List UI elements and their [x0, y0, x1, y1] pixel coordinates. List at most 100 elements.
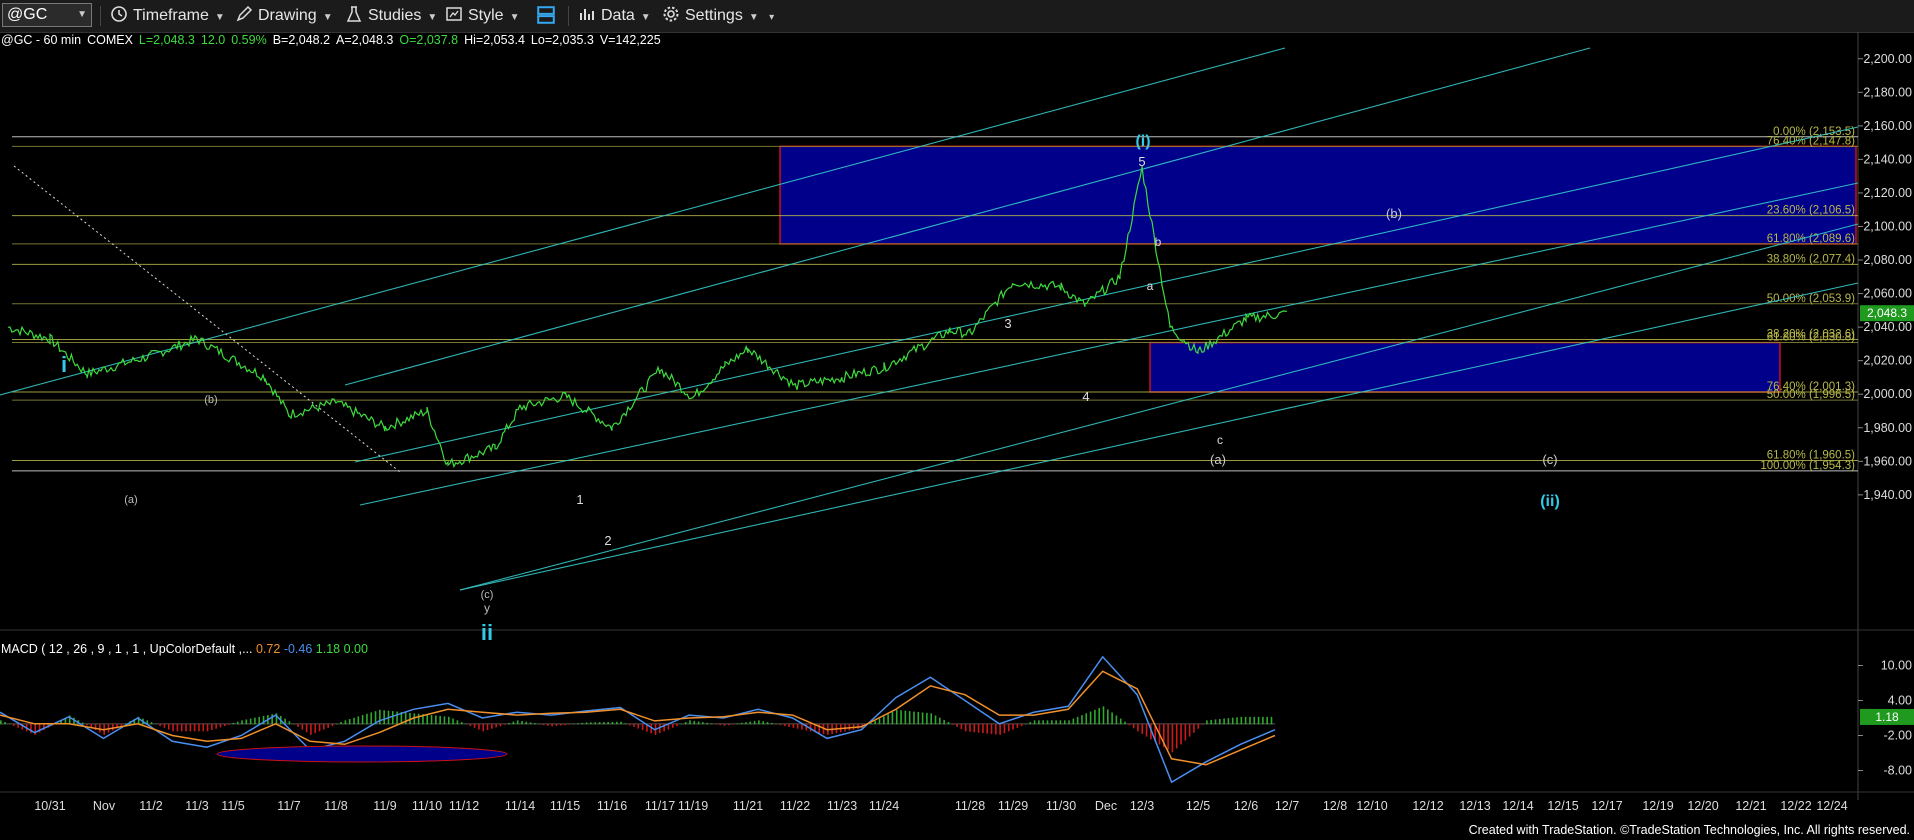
- y-tick-label: 2,160.00: [1863, 119, 1912, 133]
- x-tick-label: Nov: [93, 799, 116, 813]
- wave-label: b: [1155, 235, 1162, 249]
- y-tick-label: 2,180.00: [1863, 85, 1912, 99]
- macd-histogram-bar: [878, 718, 881, 725]
- x-tick-label: 11/14: [505, 799, 535, 813]
- macd-histogram-bar: [383, 710, 385, 725]
- macd-histogram-bar: [1214, 719, 1217, 725]
- macd-histogram-bar: [176, 723, 179, 732]
- macd-histogram-bar: [891, 712, 894, 725]
- macd-histogram-bar: [792, 723, 795, 728]
- macd-histogram-bar: [482, 723, 485, 732]
- macd-histogram-bar: [779, 723, 782, 726]
- x-tick-label: 12/19: [1642, 799, 1673, 813]
- macd-histogram-bar: [1124, 721, 1126, 725]
- y-tick-label: 2,100.00: [1863, 219, 1912, 233]
- wave-label: a: [1147, 279, 1154, 293]
- x-tick-label: 12/7: [1275, 799, 1299, 813]
- macd-histogram-bar: [788, 723, 790, 727]
- x-tick-label: 11/28: [955, 799, 985, 813]
- macd-histogram-bar: [1193, 723, 1195, 733]
- macd-histogram-bar: [956, 723, 958, 727]
- x-tick-label: 11/8: [324, 799, 347, 813]
- x-tick-label: 12/13: [1459, 799, 1490, 813]
- wave-label: (c): [481, 589, 494, 601]
- macd-histogram-bar: [1223, 718, 1225, 725]
- macd-histogram-bar: [706, 722, 709, 725]
- credit-text: Created with TradeStation. ©TradeStation…: [1468, 823, 1910, 837]
- macd-histogram-bar: [314, 723, 317, 734]
- macd-histogram-bar: [81, 722, 84, 725]
- macd-histogram-bar: [1102, 706, 1105, 725]
- macd-histogram-bar: [1236, 717, 1238, 725]
- macd-histogram-bar: [8, 723, 11, 725]
- macd-histogram-bar: [516, 720, 519, 725]
- macd-histogram-bar: [180, 723, 183, 732]
- macd-histogram-bar: [1068, 720, 1070, 725]
- macd-histogram-bar: [1270, 716, 1273, 725]
- macd-histogram-bar: [771, 722, 773, 725]
- x-tick-label: 11/29: [998, 799, 1028, 813]
- x-tick-label: 12/3: [1130, 799, 1154, 813]
- macd-histogram-bar: [1025, 723, 1027, 725]
- macd-histogram-bar: [193, 723, 196, 732]
- macd-histogram-bar: [366, 713, 368, 725]
- macd-histogram-bar: [1016, 723, 1019, 728]
- macd-histogram-bar: [12, 723, 15, 727]
- macd-histogram-bar: [1107, 709, 1109, 725]
- macd-histogram-bar: [745, 722, 747, 725]
- macd-value: 0.72: [255, 642, 281, 656]
- macd-histogram-bar: [1132, 723, 1135, 729]
- macd-histogram-bar: [228, 723, 230, 725]
- macd-histogram-bar: [288, 721, 291, 725]
- macd-histogram-bar: [1266, 716, 1268, 725]
- macd-histogram-bar: [986, 723, 989, 734]
- fib-level-label: 61.80% (2,030.8): [1767, 332, 1855, 344]
- price-chart[interactable]: 0.00% (2,153.5)76.40% (2,147.8)23.60% (2…: [0, 0, 1914, 840]
- macd-histogram-bar: [982, 723, 984, 734]
- macd-histogram-bar: [460, 722, 463, 725]
- macd-histogram-bar: [1119, 718, 1122, 725]
- macd-histogram-bar: [547, 723, 549, 726]
- macd-histogram-bar: [1051, 720, 1053, 725]
- macd-histogram-bar: [702, 722, 704, 725]
- macd-histogram-bar: [947, 722, 950, 725]
- wave-label: (a): [1210, 452, 1226, 467]
- macd-histogram-bar: [758, 720, 760, 725]
- macd-histogram-bar: [1137, 723, 1139, 732]
- macd-histogram-bar: [538, 723, 541, 725]
- macd-histogram-bar: [607, 721, 609, 725]
- macd-histogram-bar: [1175, 723, 1178, 749]
- macd-histogram-bar: [572, 723, 575, 725]
- macd-histogram-bar: [999, 723, 1001, 735]
- macd-highlight-ellipse: [216, 745, 508, 763]
- macd-histogram-bar: [594, 722, 597, 725]
- fib-level-label: 61.80% (2,089.6): [1767, 233, 1855, 245]
- macd-histogram-bar: [370, 712, 373, 725]
- x-tick-label: 11/2: [139, 799, 162, 813]
- macd-histogram-bar: [555, 723, 558, 726]
- x-tick-label: 12/8: [1323, 799, 1347, 813]
- macd-last-label: 1.18: [1875, 710, 1899, 724]
- wave-label: 3: [1004, 316, 1011, 331]
- wave-label: (a): [124, 494, 137, 506]
- wave-label: i: [61, 352, 67, 377]
- macd-histogram-bar: [1063, 720, 1066, 725]
- fib-level-label: 23.60% (2,106.5): [1767, 205, 1855, 217]
- macd-histogram-bar: [426, 714, 429, 725]
- y-tick-label: 1,980.00: [1863, 421, 1912, 435]
- macd-histogram-bar: [310, 723, 312, 735]
- macd-histogram-bar: [883, 716, 885, 725]
- macd-histogram-bar: [1003, 723, 1006, 734]
- fib-level-label: 100.00% (1,954.3): [1760, 460, 1855, 472]
- macd-histogram-bar: [327, 723, 329, 728]
- macd-histogram-bar: [719, 723, 721, 726]
- macd-histogram-bar: [1020, 723, 1023, 727]
- macd-histogram-bar: [534, 723, 536, 725]
- macd-histogram-bar: [163, 723, 166, 728]
- macd-histogram-bar: [1188, 723, 1191, 737]
- macd-histogram-bar: [577, 723, 579, 725]
- macd-histogram-bar: [331, 723, 334, 727]
- macd-histogram-bar: [1249, 716, 1251, 725]
- wave-label: (c): [1542, 452, 1557, 467]
- x-tick-label: 12/22: [1780, 799, 1811, 813]
